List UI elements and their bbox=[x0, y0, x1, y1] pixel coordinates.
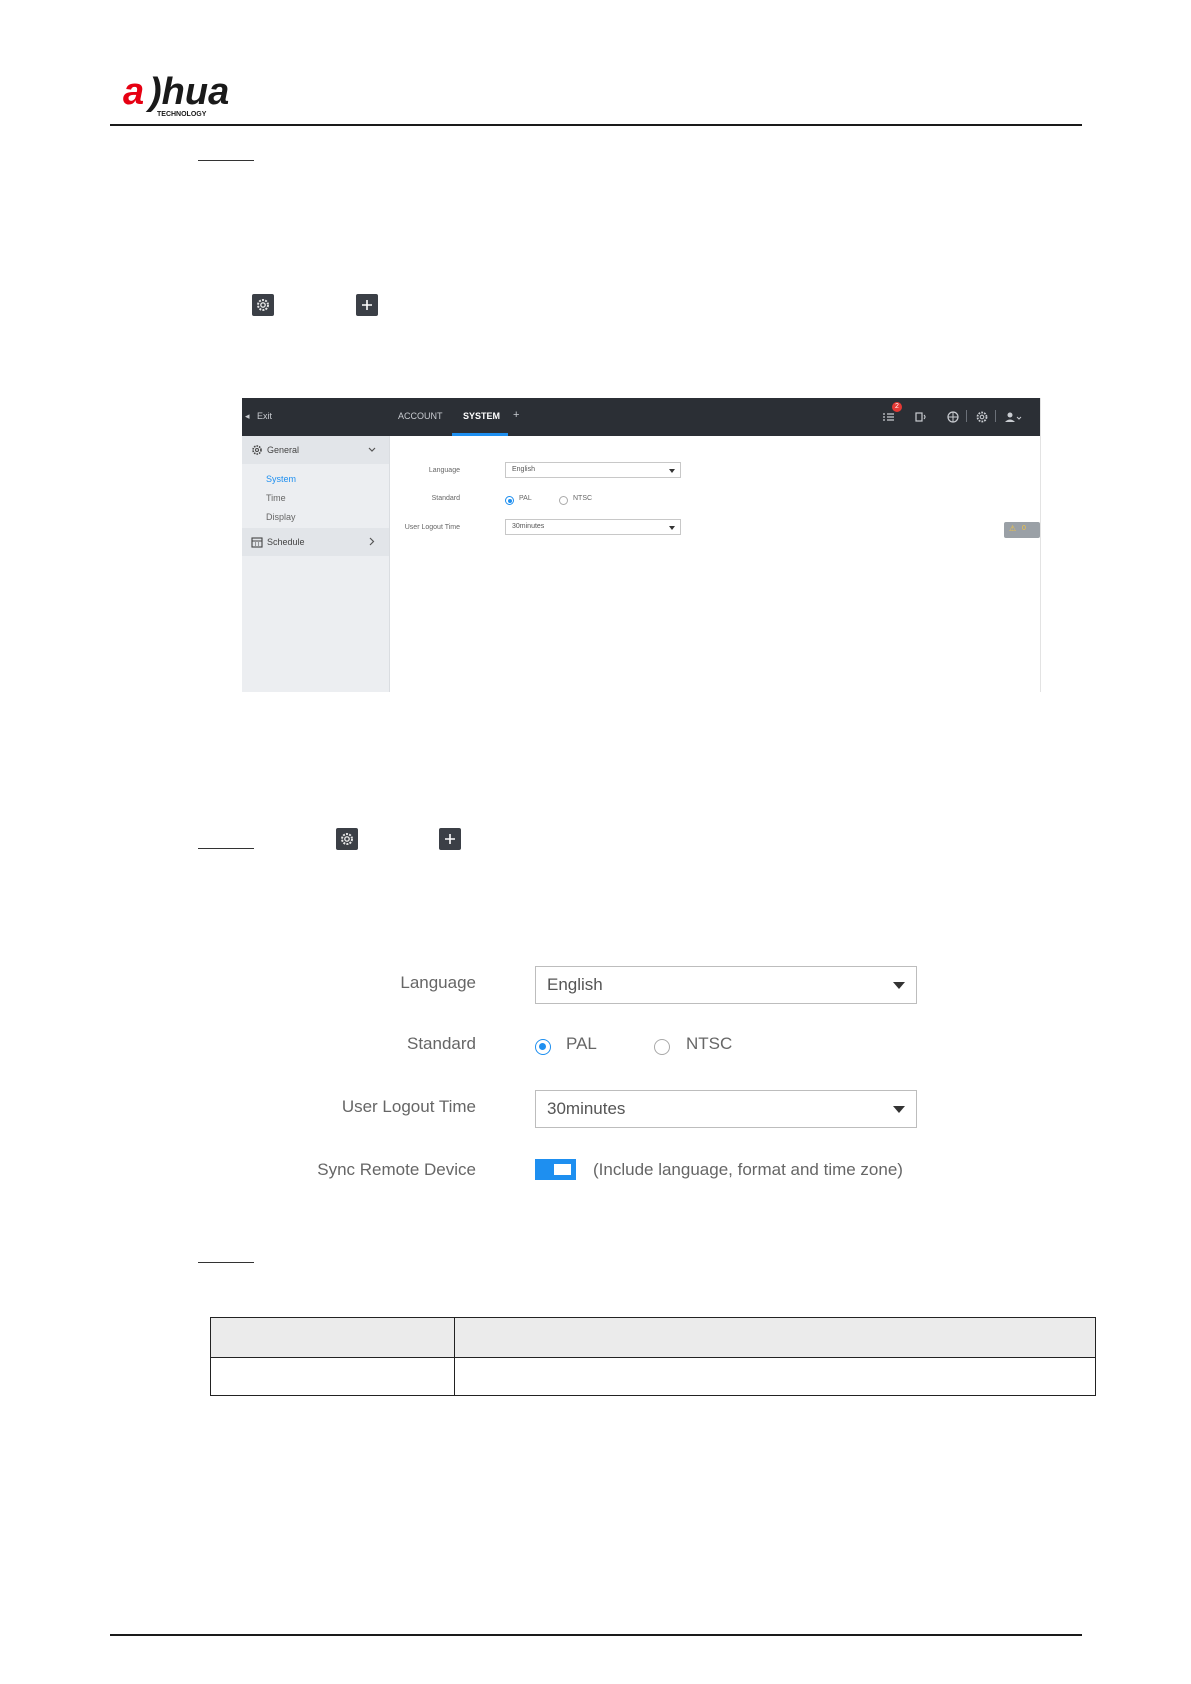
table-header-cell bbox=[454, 1317, 1096, 1358]
gear-icon[interactable] bbox=[975, 410, 989, 424]
standard-pal-radio[interactable] bbox=[535, 1039, 551, 1055]
standard-pal-radio[interactable] bbox=[505, 496, 514, 505]
language-value: English bbox=[547, 975, 603, 994]
logout-time-select[interactable]: 30minutes bbox=[505, 519, 681, 535]
sidebar-group-label: General bbox=[267, 445, 300, 455]
caret-down-icon bbox=[669, 526, 675, 530]
step-underline bbox=[198, 160, 254, 161]
standard-ntsc-radio[interactable] bbox=[654, 1039, 670, 1055]
exit-button[interactable]: Exit bbox=[257, 411, 272, 421]
step-underline bbox=[198, 848, 254, 849]
sync-remote-hint: (Include language, format and time zone) bbox=[593, 1160, 903, 1179]
table-header-row bbox=[210, 1317, 1096, 1358]
dahua-logo: a )hua TECHNOLOGY bbox=[123, 71, 229, 118]
tab-system[interactable]: SYSTEM bbox=[463, 411, 500, 421]
task-list-icon[interactable] bbox=[882, 410, 896, 424]
table-cell bbox=[210, 1357, 455, 1396]
standard-ntsc-radio[interactable] bbox=[559, 496, 568, 505]
toggle-knob bbox=[554, 1164, 571, 1175]
table-row bbox=[210, 1357, 1096, 1396]
language-value: English bbox=[512, 466, 535, 473]
back-arrow-icon[interactable]: ◂ bbox=[245, 411, 250, 422]
gear-icon bbox=[336, 828, 358, 850]
add-tab-button[interactable]: + bbox=[513, 409, 519, 421]
active-tab-indicator bbox=[452, 433, 508, 436]
warning-icon: ⚠ bbox=[1009, 524, 1017, 533]
table-header-cell bbox=[210, 1317, 455, 1358]
standard-ntsc-label: NTSC bbox=[686, 1034, 733, 1053]
svg-text:TECHNOLOGY: TECHNOLOGY bbox=[157, 111, 207, 118]
caret-down-icon bbox=[669, 469, 675, 473]
standard-label: Standard bbox=[407, 1034, 476, 1053]
alarm-status-button[interactable]: ⚠ 0 bbox=[1004, 522, 1040, 538]
language-label: Language bbox=[400, 973, 476, 992]
chevron-down-icon bbox=[368, 447, 376, 452]
footer-rule bbox=[110, 1634, 1082, 1636]
tab-account[interactable]: ACCOUNT bbox=[398, 411, 443, 421]
system-settings-screenshot: ◂ Exit ACCOUNT SYSTEM + 2 General System… bbox=[242, 398, 1041, 692]
divider bbox=[966, 410, 967, 422]
divider bbox=[995, 410, 996, 422]
sidebar-group-label: Schedule bbox=[267, 537, 305, 547]
logout-time-label: User Logout Time bbox=[404, 524, 460, 531]
sidebar-item-display[interactable]: Display bbox=[266, 512, 296, 522]
alarm-count: 0 bbox=[1022, 525, 1026, 532]
language-select[interactable]: English bbox=[505, 462, 681, 478]
logout-time-value: 30minutes bbox=[512, 523, 545, 530]
step-underline bbox=[198, 1262, 254, 1263]
plus-icon bbox=[356, 294, 378, 316]
chevron-right-icon bbox=[369, 537, 375, 546]
logout-time-label: User Logout Time bbox=[341, 1097, 476, 1116]
settings-sidebar: General System Time Display Schedule bbox=[242, 436, 390, 692]
svg-text:a: a bbox=[123, 71, 144, 113]
sidebar-group-general[interactable]: General bbox=[242, 436, 389, 464]
language-label: Language bbox=[428, 467, 460, 474]
plus-icon bbox=[439, 828, 461, 850]
table-cell bbox=[454, 1357, 1096, 1396]
network-icon[interactable] bbox=[946, 410, 960, 424]
logout-time-select[interactable]: 30minutes bbox=[535, 1090, 917, 1128]
sync-remote-label: Sync Remote Device bbox=[317, 1160, 476, 1179]
sidebar-item-time[interactable]: Time bbox=[266, 493, 286, 503]
logout-time-value: 30minutes bbox=[547, 1099, 626, 1118]
standard-ntsc-label: NTSC bbox=[573, 495, 593, 502]
standard-pal-label: PAL bbox=[566, 1034, 597, 1053]
calendar-icon bbox=[251, 537, 263, 548]
header-rule bbox=[110, 124, 1082, 126]
gear-icon bbox=[252, 294, 274, 316]
top-bar: ◂ Exit ACCOUNT SYSTEM + 2 bbox=[242, 398, 1040, 436]
user-menu-icon[interactable] bbox=[1004, 410, 1022, 424]
parameter-table bbox=[210, 1317, 1096, 1396]
backup-icon[interactable] bbox=[914, 410, 928, 424]
caret-down-icon bbox=[893, 1106, 905, 1113]
notification-badge: 2 bbox=[892, 402, 902, 412]
svg-text:)hua: )hua bbox=[145, 71, 229, 113]
sidebar-item-system[interactable]: System bbox=[266, 474, 296, 484]
caret-down-icon bbox=[893, 982, 905, 989]
language-select[interactable]: English bbox=[535, 966, 917, 1004]
sidebar-group-schedule[interactable]: Schedule bbox=[242, 528, 389, 556]
gear-icon bbox=[252, 445, 262, 455]
standard-label: Standard bbox=[431, 495, 460, 502]
standard-pal-label: PAL bbox=[519, 495, 532, 502]
